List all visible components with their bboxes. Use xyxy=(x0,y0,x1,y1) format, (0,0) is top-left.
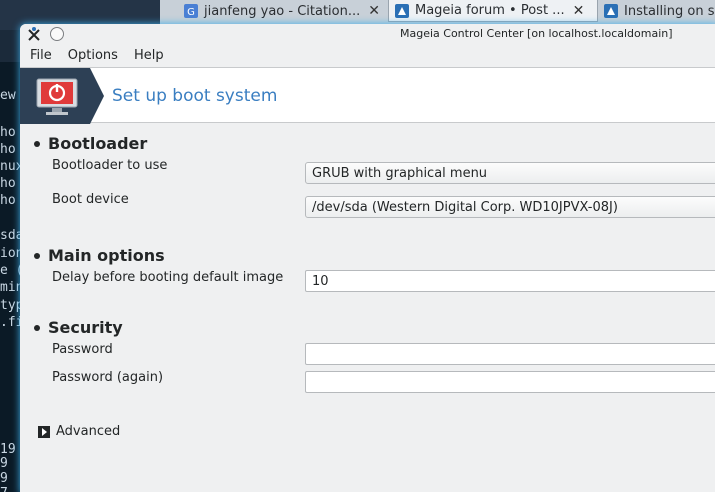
bootloader-combo[interactable]: GRUB with graphical menu xyxy=(305,162,715,184)
mageia-icon xyxy=(395,3,409,18)
header-icon-panel xyxy=(20,68,90,124)
terminal-line: sda xyxy=(0,228,22,243)
browser-tab-title: Installing on sy xyxy=(624,3,715,19)
mageia-control-center-window: Mageia Control Center [on localhost.loca… xyxy=(20,24,715,492)
menu-help[interactable]: Help xyxy=(134,48,164,63)
mageia-x-icon[interactable] xyxy=(26,26,42,42)
background-terminal: ew ho ho nux ho ho sda ion e ( min typ .… xyxy=(0,62,22,492)
section-security: Security xyxy=(34,318,123,337)
password-input[interactable] xyxy=(305,343,715,365)
power-monitor-icon xyxy=(36,78,78,115)
page-header: Set up boot system xyxy=(20,67,715,124)
terminal-line: 19 xyxy=(0,442,16,457)
section-bootloader: Bootloader xyxy=(34,134,147,153)
boot-device-label: Boot device xyxy=(52,192,129,207)
password-again-input[interactable] xyxy=(305,371,715,393)
bullet-icon xyxy=(34,252,40,259)
section-main-options: Main options xyxy=(34,246,165,265)
header-arrow xyxy=(90,68,104,124)
bootloader-label: Bootloader to use xyxy=(52,158,168,173)
terminal-line: ho xyxy=(0,193,16,208)
boot-device-combo[interactable]: /dev/sda (Western Digital Corp. WD10JPVX… xyxy=(305,196,715,218)
password-label: Password xyxy=(52,342,113,357)
browser-tab-title: Mageia forum • Post ... xyxy=(415,3,565,18)
close-icon[interactable]: ✕ xyxy=(573,3,585,19)
terminal-line: typ xyxy=(0,298,22,313)
terminal-line: ho xyxy=(0,125,16,140)
browser-tab[interactable]: Installing on sy xyxy=(598,0,715,22)
terminal-line: ho xyxy=(0,176,16,191)
password-again-label: Password (again) xyxy=(52,370,164,385)
triangle-right-icon[interactable] xyxy=(38,425,50,438)
browser-tab-active[interactable]: Mageia forum • Post ... ✕ xyxy=(388,0,598,22)
terminal-line: 9 xyxy=(0,471,8,486)
terminal-line: ion xyxy=(0,246,22,261)
advanced-expander[interactable]: Advanced xyxy=(38,424,120,439)
svg-text:G: G xyxy=(187,7,195,18)
terminal-line: .fi xyxy=(0,315,22,330)
menu-file[interactable]: File xyxy=(30,48,52,63)
section-heading: Security xyxy=(48,318,123,337)
terminal-line: 9 xyxy=(0,456,8,471)
circle-button-icon[interactable] xyxy=(50,27,64,41)
section-heading: Main options xyxy=(48,246,165,265)
browser-tab-strip: G jianfeng yao - Citation... ✕ Mageia fo… xyxy=(160,0,715,24)
terminal-line: 7 xyxy=(0,486,8,492)
menubar: File Options Help xyxy=(20,44,715,66)
window-titlebar[interactable]: Mageia Control Center [on localhost.loca… xyxy=(20,24,715,44)
google-scholar-icon: G xyxy=(184,4,198,18)
bullet-icon xyxy=(34,324,40,331)
browser-tab[interactable]: G jianfeng yao - Citation... ✕ xyxy=(178,0,388,22)
section-heading: Bootloader xyxy=(48,134,148,153)
advanced-label: Advanced xyxy=(56,424,121,439)
browser-tab-title: jianfeng yao - Citation... xyxy=(204,3,361,19)
mageia-icon xyxy=(604,4,618,18)
terminal-line: min xyxy=(0,280,22,295)
terminal-line: e ( xyxy=(0,263,22,278)
page-title: Set up boot system xyxy=(112,86,278,106)
menu-options[interactable]: Options xyxy=(68,48,118,63)
window-title: Mageia Control Center [on localhost.loca… xyxy=(400,27,673,40)
close-icon[interactable]: ✕ xyxy=(368,3,380,19)
terminal-line: nux xyxy=(0,159,22,174)
delay-label: Delay before booting default image xyxy=(52,270,284,285)
terminal-line: ho xyxy=(0,142,16,157)
terminal-line: ew xyxy=(0,88,16,103)
bullet-icon xyxy=(34,140,40,147)
delay-input[interactable]: 10 xyxy=(305,270,715,292)
